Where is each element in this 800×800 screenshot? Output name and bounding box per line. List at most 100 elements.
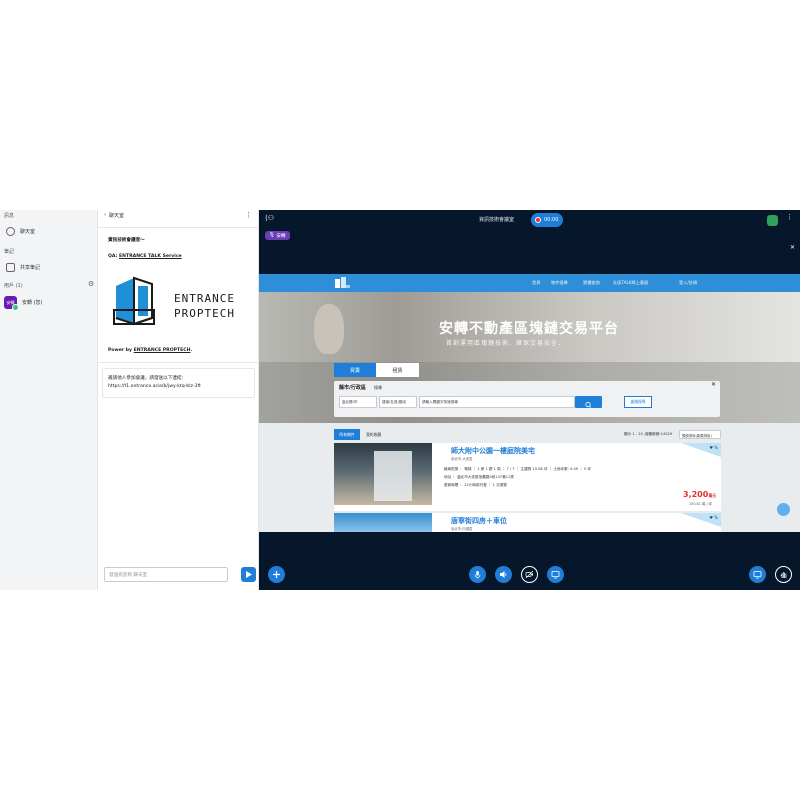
listing-layout: 格局型態 ： 電梯 ｜ 1 房 1 廳 1 衛 ｜ 7 / 7 ｜ 主建物 15… [444,467,591,471]
chat-nav-label: 聊天室 [20,229,36,235]
more-options-icon[interactable]: ⋮ [245,211,252,219]
advanced-search-button[interactable]: 進階搜尋 [624,396,652,408]
shared-notes-nav-item[interactable]: 共享筆記 [6,263,40,272]
qa-line: QA: ENTRANCE TALK Service [108,254,182,259]
search-card: 縣市/行政區 搜尋 ✕ 臺北縣/市 建案/社區/路段 請輸入關鍵字快速搜尋 進階… [334,381,720,417]
nav-talk[interactable]: 社區TALK線上看屋 [613,280,648,286]
chat-back-button[interactable]: ‹ 聊天室 [104,212,124,219]
tab-favorites[interactable]: 我的收藏 [366,432,381,438]
users-section-title: 用戶 (1) [4,283,23,289]
notes-section-title: 筆記 [4,249,15,255]
listing-photo [334,443,432,505]
notes-icon [6,263,15,272]
tab-buy[interactable]: 買賣 [334,363,376,377]
chat-nav-item[interactable]: 聊天室 [6,227,35,236]
send-button[interactable] [241,567,256,582]
hand-icon [780,572,787,578]
nav-search[interactable]: 物件搜尋 [551,280,568,286]
scroll-to-top-button[interactable] [777,503,790,516]
nav-home[interactable]: 首頁 [532,280,540,286]
favorite-icon[interactable]: ♥ % [709,515,718,520]
listing-address: 地址 ： 臺北市大安區信義路3段147巷11弄 [444,475,514,479]
power-link[interactable]: ENTRANCE PROPTECH [134,348,191,353]
nav-login[interactable]: 登入/註冊 [679,280,697,286]
screenshare-button[interactable] [547,566,564,583]
meeting-title: 資訊技術會議室 [479,217,515,223]
listing-district: 臺北市-內湖區 [451,527,473,531]
vase-decoration [314,304,344,354]
price-value: 3,200 [683,490,709,499]
power-prefix: Power by [108,348,134,353]
listing-area: 所有物件 我的收藏 顯示 1 - 10 ,總筆數數:14029 預設排序(新舊排… [259,423,800,532]
screenshare-view: 首頁 物件搜尋 實價查詢 社區TALK線上看屋 登入/註冊 安轉不動產區塊鏈交易… [259,274,800,532]
invite-text: 邀請他人參加會議，請發送以下連結： [108,376,187,381]
user-list-item[interactable]: 安轉 安轉 (您) [4,296,43,311]
chat-panel: ‹ 聊天室 ⋮ 資訊技術會議室～ QA: ENTRANCE TALK Servi… [98,210,259,590]
listing-district: 臺北市-大安區 [451,457,473,461]
connection-status-icon[interactable] [767,215,778,226]
listing-count: 顯示 1 - 10 ,總筆數數:14029 [624,432,673,436]
user-pane: 訊息 聊天室 筆記 共享筆記 用戶 (1) ⚙ 安轉 安轉 (您) [0,210,98,590]
invite-link[interactable]: https://t1.entrance.asia/b/jwy-ktq-blz-3… [108,384,201,389]
microphone-icon [474,571,481,579]
keyword-input[interactable]: 請輸入關鍵字快速搜尋 [419,396,575,408]
listing-photo [334,513,432,532]
talking-user: 安轉 [276,233,286,239]
chat-title: 聊天室 [109,213,125,219]
entrance-proptech-logo [113,276,155,326]
meeting-controls [259,560,800,590]
tab-all-listings[interactable]: 所有物件 [334,429,360,440]
listing-title[interactable]: 師大附中公園一樓庭院美宅 [451,446,535,456]
record-button[interactable]: 00:00 [531,213,563,227]
divider [98,227,259,228]
actions-button[interactable] [268,566,285,583]
favorite-icon[interactable]: ♥ % [709,445,718,450]
user-toggle-icon[interactable]: ⟨⚇ [265,214,274,222]
close-icon[interactable]: ✕ [711,381,716,388]
camera-button[interactable] [521,566,538,583]
search-area-label: 縣市/行政區 [339,385,366,391]
meeting-options-icon[interactable]: ⋮ [786,213,793,221]
city-select[interactable]: 臺北縣/市 [339,396,377,408]
power-suffix: . [190,348,193,353]
sort-select[interactable]: 預設排序(新舊排序) [679,430,721,439]
meeting-top-bar: ⟨⚇ 資訊技術會議室 00:00 🎙 安轉 ⋮ [259,210,800,243]
hero-banner: 安轉不動產區塊鏈交易平台 首創運用區塊鏈技術．確保交易安全． 買賣 租賃 縣市/… [259,292,800,423]
gear-icon[interactable]: ⚙ [88,280,94,288]
logo-text-entrance: ENTRANCE [174,292,235,305]
divider [98,362,259,363]
qa-link[interactable]: ENTRANCE TALK Service [119,254,182,259]
site-logo[interactable] [334,277,350,289]
raise-hand-button[interactable] [775,566,792,583]
meeting-area: ⟨⚇ 資訊技術會議室 00:00 🎙 安轉 ⋮ ✕ 首頁 物件搜尋 實價查詢 社… [259,210,800,590]
tab-rent[interactable]: 租賃 [376,363,419,377]
send-icon [246,571,252,578]
mute-button[interactable] [469,566,486,583]
type-select[interactable]: 建案/社區/路段 [379,396,417,408]
hero-title: 安轉不動產區塊鏈交易平台 [439,321,619,337]
chat-message-input[interactable]: 發送訊息到 聊天室 [104,567,228,582]
presentation-button[interactable] [749,566,766,583]
listing-price: 3,200萬元 [683,490,716,499]
search-label: 搜尋 [374,385,382,390]
chevron-left-icon: ‹ [104,212,106,218]
invite-box [102,368,255,398]
power-by-line: Power by ENTRANCE PROPTECH. [108,348,192,353]
fullscreen-icon[interactable]: ✕ [790,244,795,251]
presentation-icon [753,571,762,579]
chat-icon [6,227,15,236]
avatar: 安轉 [4,296,19,311]
nav-price[interactable]: 實價查詢 [583,280,600,286]
listing-card[interactable]: ♥ % 唐寧街四房＋車位 臺北市-內湖區 [334,513,721,532]
logo-text-proptech: PROPTECH [174,307,235,320]
search-icon [585,401,592,408]
shared-notes-label: 共享筆記 [20,265,41,271]
welcome-message: 資訊技術會議室～ [108,238,145,243]
listing-card[interactable]: ♥ % 師大附中公園一樓庭院美宅 臺北市-大安區 格局型態 ： 電梯 ｜ 1 房… [334,443,721,522]
speaker-icon [500,571,507,578]
search-button[interactable] [575,396,602,408]
audio-button[interactable] [495,566,512,583]
record-icon [535,217,541,223]
listing-title[interactable]: 唐寧街四房＋車位 [451,516,507,526]
monitor-icon [551,571,560,579]
